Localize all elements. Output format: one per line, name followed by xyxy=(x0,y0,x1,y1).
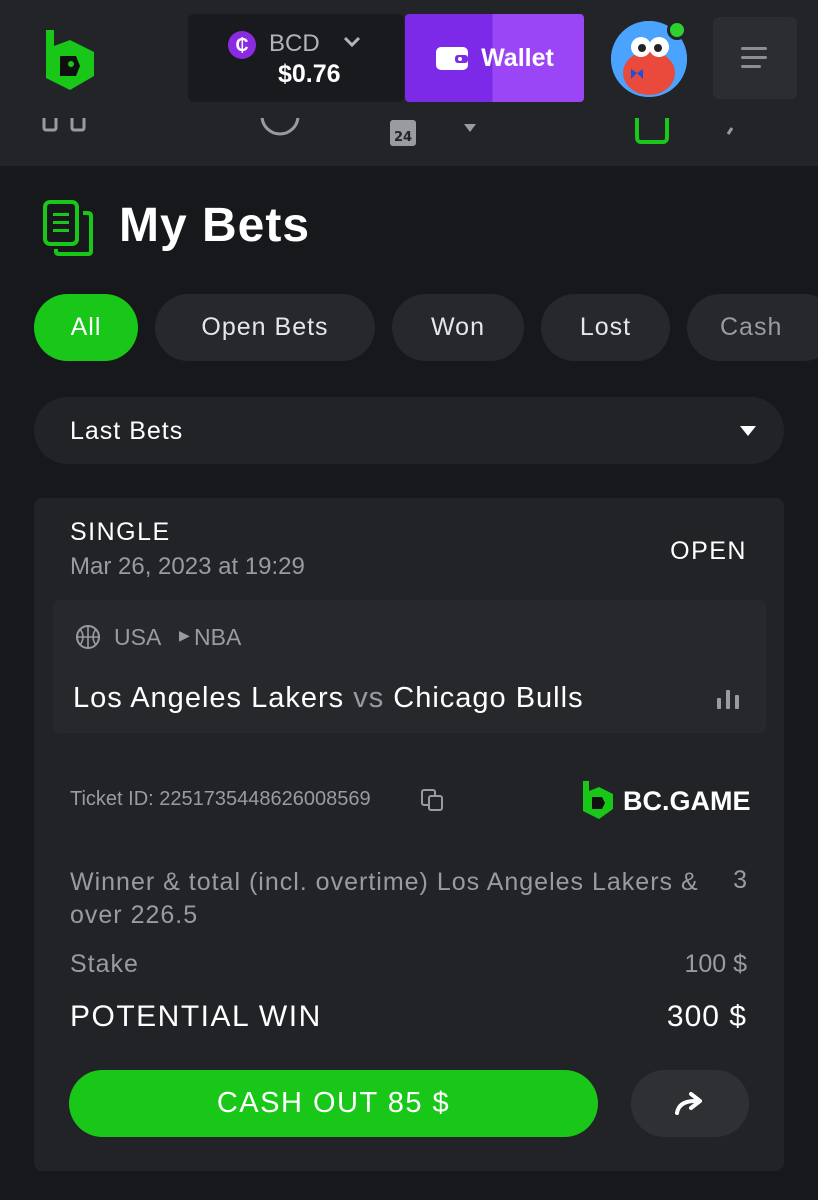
bet-market: Winner & total (incl. overtime) Los Ange… xyxy=(70,868,699,929)
dropdown-selected: Last Bets xyxy=(70,417,184,445)
tab-all[interactable]: All xyxy=(34,294,138,361)
home-team: Los Angeles Lakers xyxy=(73,682,345,714)
wallet-button[interactable]: Wallet xyxy=(405,14,584,102)
live-24-icon[interactable]: 24 xyxy=(388,118,418,148)
casino-icon[interactable] xyxy=(42,118,92,144)
wallet-icon xyxy=(436,47,469,70)
filter-tabs: All Open Bets Won Lost Cash xyxy=(34,294,818,361)
online-status-dot xyxy=(667,20,687,40)
bet-card: SINGLE Mar 26, 2023 at 19:29 OPEN USA ▶ … xyxy=(34,498,784,1171)
status-badge: OPEN xyxy=(670,537,747,565)
my-bets-icon xyxy=(43,200,93,256)
ticket-id: Ticket ID: 2251735448626008569 xyxy=(70,788,371,810)
chevron-right-icon: ▶ xyxy=(179,627,190,643)
bet-type: SINGLE xyxy=(70,518,171,546)
bet-odds: 3 xyxy=(733,866,747,894)
basketball-icon xyxy=(76,625,100,649)
tab-lost[interactable]: Lost xyxy=(541,294,670,361)
bcd-coin-icon: ₵ xyxy=(228,31,256,59)
share-button[interactable] xyxy=(631,1070,749,1137)
caret-down-icon xyxy=(740,426,756,436)
cash-out-button[interactable]: CASH OUT 85 $ xyxy=(69,1070,598,1137)
top-bar: ₵ BCD $0.76 Wallet xyxy=(0,0,818,118)
currency-code: BCD xyxy=(269,30,320,57)
menu-button[interactable] xyxy=(713,17,797,99)
away-team: Chicago Bulls xyxy=(393,682,584,714)
potential-win-label: POTENTIAL WIN xyxy=(70,1000,322,1033)
tab-won[interactable]: Won xyxy=(392,294,524,361)
breadcrumb-country: USA xyxy=(114,624,162,650)
balance-amount: $0.76 xyxy=(278,60,341,88)
favorites-icon[interactable] xyxy=(458,118,482,144)
stats-icon[interactable] xyxy=(716,688,742,710)
match-teams: Los Angeles Lakers vs Chicago Bulls xyxy=(73,682,673,715)
breadcrumb-league: NBA xyxy=(194,624,242,650)
svg-text:BC.GAME: BC.GAME xyxy=(623,786,751,816)
bets-icon[interactable] xyxy=(634,118,670,144)
tab-open-bets[interactable]: Open Bets xyxy=(155,294,375,361)
potential-win-value: 300 $ xyxy=(666,1000,747,1033)
sports-icon[interactable] xyxy=(258,118,302,144)
copy-icon[interactable] xyxy=(420,788,444,812)
wallet-label: Wallet xyxy=(481,43,554,72)
bet-period-dropdown[interactable]: Last Bets xyxy=(34,397,784,464)
stake-label: Stake xyxy=(70,950,139,978)
share-arrow-icon xyxy=(675,1091,702,1115)
bet-date: Mar 26, 2023 at 19:29 xyxy=(70,553,305,580)
vs-label: vs xyxy=(353,682,385,714)
tab-cashout[interactable]: Cash xyxy=(687,294,818,361)
bc-game-brand-logo: BC.GAME xyxy=(583,781,751,819)
more-icon[interactable] xyxy=(722,118,742,144)
svg-text:24: 24 xyxy=(394,130,412,145)
stake-value: 100 $ xyxy=(684,950,747,978)
sub-navigation: 24 xyxy=(0,118,818,166)
chevron-down-icon xyxy=(343,36,361,48)
event-box[interactable]: USA ▶ NBA Los Angeles Lakers vs Chicago … xyxy=(53,600,766,733)
bc-game-logo-icon[interactable] xyxy=(40,26,98,94)
currency-selector[interactable]: ₵ BCD $0.76 xyxy=(188,14,404,102)
page-title: My Bets xyxy=(119,199,311,252)
menu-icon xyxy=(741,47,767,68)
